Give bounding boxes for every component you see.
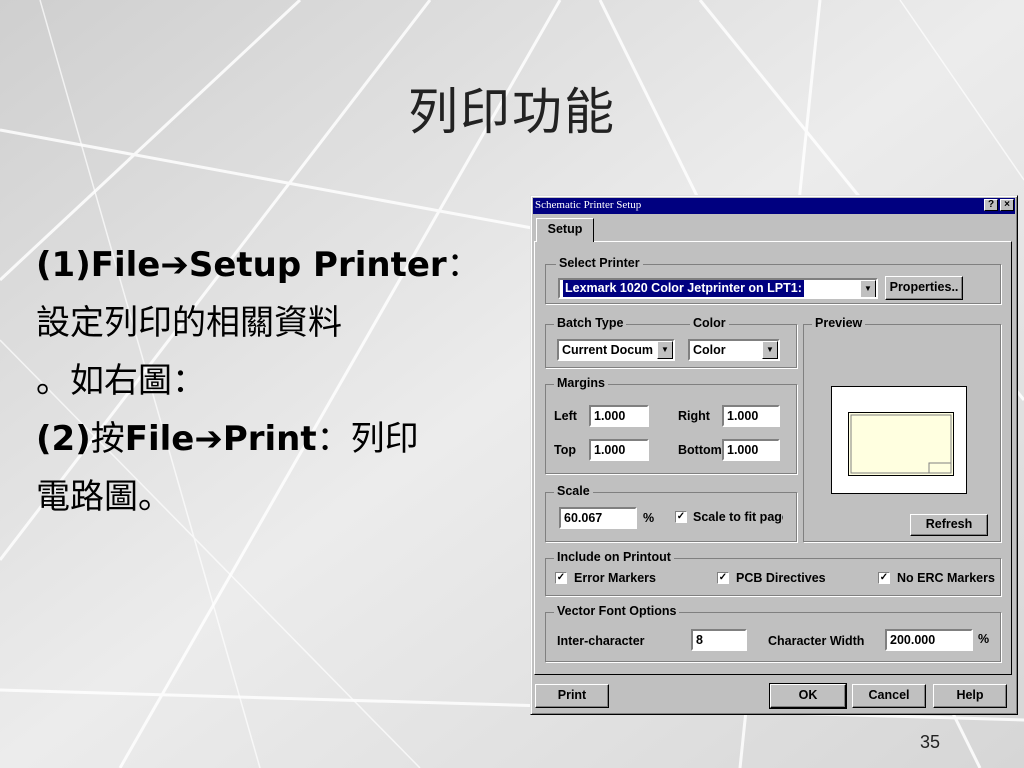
character-width-label: Character Width bbox=[768, 634, 865, 648]
select-printer-legend: Select Printer bbox=[556, 256, 643, 270]
chevron-down-icon[interactable]: ▼ bbox=[657, 341, 673, 359]
batch-type-label: Batch Type bbox=[554, 316, 627, 330]
ok-button[interactable]: OK bbox=[769, 683, 847, 709]
character-width-unit: % bbox=[978, 632, 990, 646]
scale-to-fit-label: Scale to fit page bbox=[693, 510, 783, 524]
right-margin-label: Right bbox=[678, 409, 710, 423]
left-margin-label: Left bbox=[554, 409, 577, 423]
preview-page-thumbnail bbox=[848, 412, 954, 476]
error-markers-checkbox[interactable]: ✓ bbox=[555, 572, 567, 584]
scale-to-fit-checkbox[interactable]: ✓ bbox=[675, 511, 687, 523]
arrow-icon: ➔ bbox=[160, 245, 189, 285]
color-value: Color bbox=[693, 343, 726, 357]
left-margin-input[interactable]: 1.000 bbox=[589, 405, 649, 427]
chevron-down-icon[interactable]: ▼ bbox=[860, 280, 876, 297]
close-icon[interactable]: × bbox=[1000, 199, 1014, 211]
cancel-button[interactable]: Cancel bbox=[852, 684, 926, 708]
body-step1-setup: Setup Printer bbox=[188, 245, 447, 285]
printer-setup-dialog: Schematic Printer Setup ? × Setup Select… bbox=[530, 195, 1018, 715]
body-line-4: (2)按File➔Print：列印 bbox=[36, 410, 536, 468]
body-step2-press: 按 bbox=[90, 419, 125, 459]
pcb-directives-checkbox[interactable]: ✓ bbox=[717, 572, 729, 584]
bottom-margin-label: Bottom bbox=[678, 443, 722, 457]
body-line-5: 電路圖。 bbox=[36, 477, 172, 517]
dialog-title: Schematic Printer Setup bbox=[535, 199, 642, 211]
batch-type-value: Current Docum bbox=[562, 343, 653, 357]
preview-legend: Preview bbox=[812, 316, 866, 330]
slide-title: 列印功能 bbox=[408, 83, 616, 141]
top-margin-input[interactable]: 1.000 bbox=[589, 439, 649, 461]
help-button[interactable]: Help bbox=[933, 684, 1007, 708]
inter-character-input[interactable]: 8 bbox=[691, 629, 747, 651]
scale-legend: Scale bbox=[554, 484, 593, 498]
body-step2-file: File bbox=[124, 419, 195, 459]
body-line-3: 。如右圖： bbox=[36, 361, 206, 401]
body-step2-desc: ：列印 bbox=[316, 419, 419, 459]
body-step2-num: (2) bbox=[36, 419, 91, 459]
schematic-sheet-icon bbox=[850, 414, 952, 474]
arrow-icon: ➔ bbox=[194, 419, 223, 459]
margins-legend: Margins bbox=[554, 376, 608, 390]
top-margin-label: Top bbox=[554, 443, 576, 457]
character-width-input[interactable]: 200.000 bbox=[885, 629, 973, 651]
batch-type-select[interactable]: Current Docum ▼ bbox=[557, 339, 675, 361]
color-label: Color bbox=[690, 316, 729, 330]
page-number: 35 bbox=[919, 732, 940, 752]
pcb-directives-label: PCB Directives bbox=[736, 571, 826, 585]
help-title-button[interactable]: ? bbox=[984, 199, 998, 211]
setup-tab-panel: Select Printer Lexmark 1020 Color Jetpri… bbox=[534, 241, 1012, 675]
bottom-margin-input[interactable]: 1.000 bbox=[722, 439, 780, 461]
scale-input[interactable]: 60.067 bbox=[559, 507, 637, 529]
no-erc-markers-label: No ERC Markers bbox=[897, 571, 995, 585]
body-step1-colon: ： bbox=[446, 245, 481, 285]
refresh-button[interactable]: Refresh bbox=[910, 514, 988, 536]
body-step2-print: Print bbox=[222, 419, 317, 459]
print-button[interactable]: Print bbox=[535, 684, 609, 708]
tab-setup[interactable]: Setup bbox=[536, 218, 594, 242]
vector-font-legend: Vector Font Options bbox=[554, 604, 680, 618]
body-step1-file: (1)File bbox=[36, 245, 161, 285]
no-erc-markers-checkbox[interactable]: ✓ bbox=[878, 572, 890, 584]
dialog-titlebar[interactable]: Schematic Printer Setup ? × bbox=[533, 198, 1015, 214]
properties-button[interactable]: Properties.. bbox=[885, 276, 963, 300]
right-margin-input[interactable]: 1.000 bbox=[722, 405, 780, 427]
color-select[interactable]: Color ▼ bbox=[688, 339, 780, 361]
body-line-2: 設定列印的相關資料 bbox=[36, 303, 342, 343]
inter-character-label: Inter-character bbox=[557, 634, 645, 648]
body-line-1: (1)File➔Setup Printer： bbox=[36, 236, 536, 294]
printer-select-value: Lexmark 1020 Color Jetprinter on LPT1: bbox=[563, 280, 804, 297]
include-legend: Include on Printout bbox=[554, 550, 674, 564]
slide-body-text: (1)File➔Setup Printer： 設定列印的相關資料 。如右圖： (… bbox=[36, 236, 536, 526]
error-markers-label: Error Markers bbox=[574, 571, 656, 585]
printer-select[interactable]: Lexmark 1020 Color Jetprinter on LPT1: ▼ bbox=[558, 278, 878, 299]
chevron-down-icon[interactable]: ▼ bbox=[762, 341, 778, 359]
scale-unit: % bbox=[643, 511, 655, 525]
preview-area bbox=[831, 386, 967, 494]
